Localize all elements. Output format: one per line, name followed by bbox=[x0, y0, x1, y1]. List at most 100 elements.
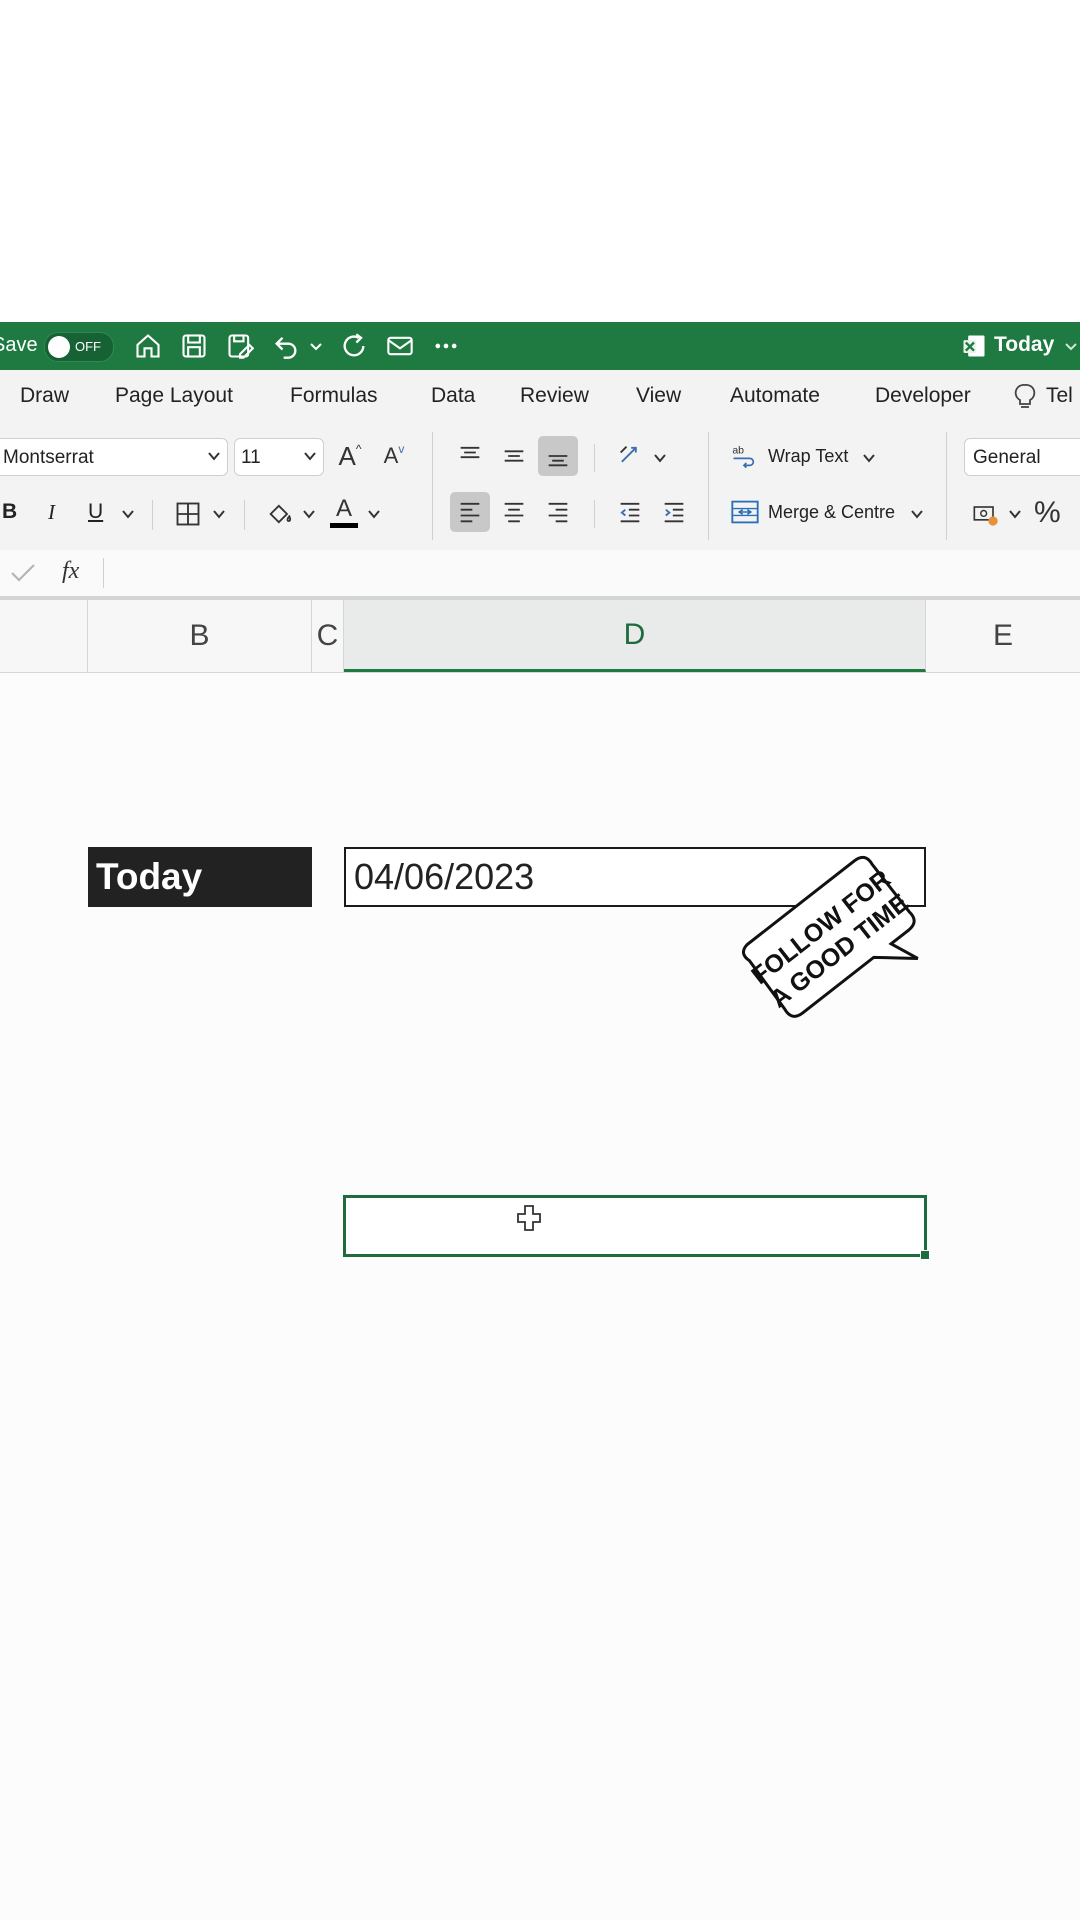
italic-button[interactable]: I bbox=[48, 500, 55, 525]
align-bottom-icon bbox=[548, 455, 568, 467]
home-icon[interactable] bbox=[132, 330, 164, 362]
save-icon[interactable] bbox=[178, 330, 210, 362]
align-middle-icon bbox=[504, 450, 524, 462]
align-top-button[interactable] bbox=[450, 436, 490, 476]
divider bbox=[244, 500, 245, 530]
active-cell-selection[interactable] bbox=[343, 1195, 930, 1260]
font-name-dropdown[interactable]: Montserrat bbox=[0, 438, 228, 476]
tab-data[interactable]: Data bbox=[431, 384, 475, 408]
align-right-button[interactable] bbox=[538, 492, 578, 532]
wrap-text-icon: ab bbox=[732, 445, 755, 469]
autosave-toggle[interactable]: OFF bbox=[44, 332, 114, 362]
bold-button[interactable]: B bbox=[2, 500, 17, 524]
tab-page-layout[interactable]: Page Layout bbox=[115, 384, 233, 408]
mail-icon[interactable] bbox=[384, 330, 416, 362]
underline-button[interactable]: U bbox=[88, 500, 103, 524]
percent-style-button[interactable]: % bbox=[1034, 496, 1061, 530]
formula-bar: fx bbox=[0, 550, 1080, 600]
number-format-dropdown[interactable]: General bbox=[964, 438, 1080, 476]
chevron-down-icon bbox=[911, 510, 923, 519]
fill-chevron-down-icon[interactable] bbox=[302, 507, 316, 521]
increase-indent-icon bbox=[664, 502, 684, 523]
currency-icon bbox=[973, 506, 998, 526]
redo-icon[interactable] bbox=[338, 330, 370, 362]
wrap-text-button[interactable]: ab Wrap Text bbox=[726, 438, 884, 476]
tab-review[interactable]: Review bbox=[520, 384, 589, 408]
title-chevron-down-icon[interactable] bbox=[1064, 341, 1078, 353]
font-color-button[interactable]: A bbox=[324, 492, 364, 532]
font-color-label: A bbox=[335, 494, 352, 522]
font-size-value: 11 bbox=[241, 447, 261, 468]
column-headers: B C D E bbox=[0, 600, 1080, 673]
undo-chevron-down-icon[interactable] bbox=[309, 341, 323, 353]
decrease-indent-button[interactable] bbox=[610, 492, 650, 532]
increase-font-label: A bbox=[338, 440, 356, 471]
align-left-button[interactable] bbox=[450, 492, 490, 532]
merge-centre-button[interactable]: Merge & Centre bbox=[726, 494, 926, 532]
merge-centre-label: Merge & Centre bbox=[768, 502, 896, 522]
increase-indent-button[interactable] bbox=[654, 492, 694, 532]
underline-chevron-down-icon[interactable] bbox=[121, 507, 135, 521]
accounting-chevron-down-icon[interactable] bbox=[1008, 507, 1022, 521]
increase-font-size-button[interactable]: A ^ bbox=[330, 436, 370, 476]
decrease-font-size-button[interactable]: A v bbox=[374, 436, 414, 476]
toggle-state-label: OFF bbox=[75, 339, 101, 354]
tab-formulas[interactable]: Formulas bbox=[290, 384, 378, 408]
column-header-d[interactable]: D bbox=[344, 600, 926, 672]
accounting-format-button[interactable] bbox=[966, 494, 1006, 534]
column-header-b[interactable]: B bbox=[88, 600, 312, 672]
divider bbox=[432, 432, 433, 540]
more-icon[interactable] bbox=[430, 330, 462, 362]
column-header-a[interactable] bbox=[0, 600, 88, 672]
fill-handle[interactable] bbox=[920, 1250, 930, 1260]
caret-up-icon: ^ bbox=[355, 442, 362, 456]
align-bottom-button[interactable] bbox=[538, 436, 578, 476]
divider bbox=[708, 432, 709, 540]
excel-file-icon bbox=[958, 330, 990, 362]
align-center-button[interactable] bbox=[494, 492, 534, 532]
decrease-font-label: A bbox=[383, 443, 399, 468]
ribbon-home: Montserrat 11 A ^ A v B I U A ab Wrap Te… bbox=[0, 422, 1080, 550]
align-center-icon bbox=[504, 502, 524, 523]
tab-draw[interactable]: Draw bbox=[20, 384, 69, 408]
svg-text:ab: ab bbox=[732, 445, 744, 457]
align-right-icon bbox=[548, 502, 568, 523]
chevron-down-icon bbox=[208, 452, 220, 461]
borders-chevron-down-icon[interactable] bbox=[212, 507, 226, 521]
borders-icon bbox=[176, 502, 200, 526]
divider bbox=[946, 432, 947, 540]
caret-down-icon: v bbox=[398, 442, 405, 456]
column-header-e[interactable]: E bbox=[926, 600, 1080, 672]
checkmark-icon[interactable] bbox=[10, 562, 36, 584]
font-name-value: Montserrat bbox=[3, 447, 94, 468]
cell-cursor-plus-icon bbox=[517, 1205, 541, 1231]
save-as-icon[interactable] bbox=[224, 330, 256, 362]
tab-automate[interactable]: Automate bbox=[730, 384, 820, 408]
divider bbox=[103, 558, 104, 588]
fill-color-button[interactable] bbox=[260, 494, 300, 534]
orientation-button[interactable] bbox=[610, 436, 650, 476]
divider bbox=[152, 500, 153, 530]
font-color-chevron-down-icon[interactable] bbox=[367, 507, 381, 521]
text-orientation-icon bbox=[620, 446, 637, 463]
orientation-chevron-down-icon[interactable] bbox=[653, 451, 667, 465]
font-color-swatch bbox=[330, 522, 358, 528]
divider bbox=[594, 444, 595, 472]
align-middle-button[interactable] bbox=[494, 436, 534, 476]
font-size-dropdown[interactable]: 11 bbox=[234, 438, 324, 476]
merge-centre-icon bbox=[731, 500, 759, 524]
lightbulb-icon bbox=[1014, 384, 1036, 408]
tab-view[interactable]: View bbox=[636, 384, 681, 408]
borders-button[interactable] bbox=[168, 494, 208, 534]
divider bbox=[594, 500, 595, 528]
wrap-text-label: Wrap Text bbox=[768, 446, 849, 466]
cell-b-today-label[interactable]: Today bbox=[88, 847, 312, 907]
ribbon-tabs: Draw Page Layout Formulas Data Review Vi… bbox=[0, 370, 1080, 422]
undo-icon[interactable] bbox=[270, 330, 302, 362]
tab-developer[interactable]: Developer bbox=[875, 384, 971, 408]
tab-tell-me[interactable]: Tel bbox=[1046, 384, 1073, 408]
title-bar: Save OFF Today bbox=[0, 322, 1080, 370]
autosave-label: Save bbox=[0, 334, 38, 356]
insert-function-button[interactable]: fx bbox=[62, 558, 79, 585]
column-header-c[interactable]: C bbox=[312, 600, 344, 672]
